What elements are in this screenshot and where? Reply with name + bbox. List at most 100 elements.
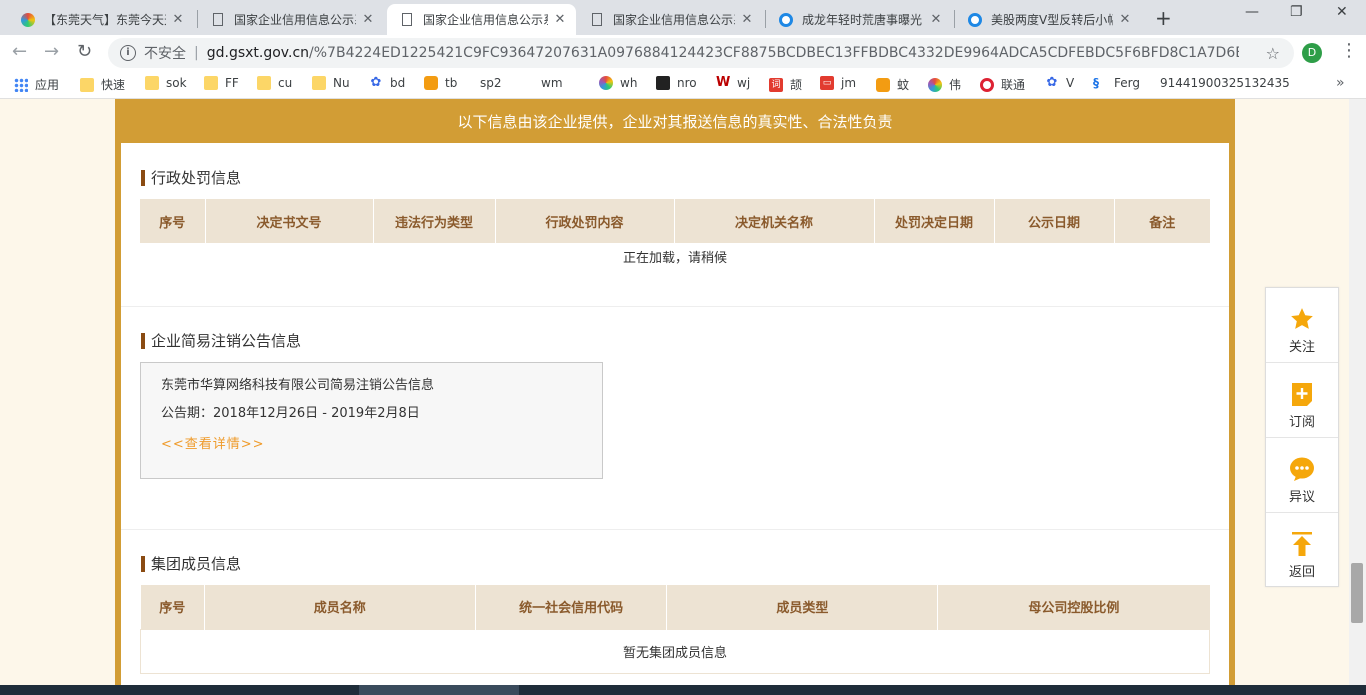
cancellation-notice-card: 东莞市华算网络科技有限公司简易注销公告信息 公告期：2018年12月26日 - … xyxy=(140,362,603,479)
bookmark-item[interactable]: 伟 xyxy=(928,76,961,93)
bookmark-label: 91441900325132435 xyxy=(1160,76,1290,90)
close-tab-icon[interactable]: ✕ xyxy=(739,12,755,27)
bookmarks-bar: 应用 快速 sok FF cu Nu ✿ bd tb sp2 wm wh nro … xyxy=(0,71,1366,189)
taskbar-active-item[interactable] xyxy=(359,685,519,695)
bookmark-label: jm xyxy=(841,76,857,90)
browser-tab[interactable]: 国家企业信用信息公示系 ✕ xyxy=(198,4,384,35)
back-to-top-button[interactable]: 返回 xyxy=(1266,513,1338,588)
back-arrow-icon[interactable]: ← xyxy=(12,41,27,62)
bookmark-item[interactable]: ✿ bd xyxy=(369,76,406,91)
loading-status: 正在加载，请稍候 xyxy=(622,251,727,266)
bookmark-item[interactable]: Wwj xyxy=(716,76,751,91)
star-icon xyxy=(1289,306,1315,332)
minimize-icon[interactable]: — xyxy=(1245,4,1259,20)
ferg-icon: § xyxy=(1093,76,1099,90)
section-title-penalty: 行政处罚信息 xyxy=(141,167,241,188)
url-host: gd.gsxt.gov.cn xyxy=(206,45,310,61)
follow-button[interactable]: 关注 xyxy=(1266,288,1338,363)
bookmark-star-icon[interactable]: ☆ xyxy=(1266,44,1280,63)
page-icon xyxy=(210,12,226,28)
bookmark-item[interactable]: 快速 xyxy=(80,76,125,93)
notice-period: 公告期：2018年12月26日 - 2019年2月8日 xyxy=(161,406,420,421)
browser-tab-active[interactable]: 国家企业信用信息公示系 ✕ xyxy=(387,4,576,35)
bookmark-apps[interactable]: 应用 xyxy=(14,76,59,93)
scrollbar-thumb[interactable] xyxy=(1351,563,1363,623)
bookmark-item[interactable]: 蚊 xyxy=(876,76,909,93)
objection-label: 异议 xyxy=(1288,490,1315,505)
tab-title: 国家企业信用信息公示系 xyxy=(423,13,548,27)
disclaimer-banner: 以下信息由该企业提供，企业对其报送信息的真实性、合法性负责 xyxy=(457,113,893,131)
apps-grid-icon xyxy=(14,77,28,92)
folder-icon xyxy=(204,76,218,90)
subscribe-button[interactable]: 订阅 xyxy=(1266,363,1338,438)
profile-avatar[interactable]: D xyxy=(1302,43,1322,63)
multicolor-icon xyxy=(928,77,942,92)
section-title-text: 集团成员信息 xyxy=(151,555,242,573)
bookmark-item[interactable]: ▭ jm xyxy=(820,76,856,90)
bookmark-item[interactable]: 词颉 xyxy=(769,76,802,93)
address-bar[interactable]: i 不安全 | gd.gsxt.gov.cn /%7B4224ED1225421… xyxy=(108,38,1294,68)
security-label: 不安全 xyxy=(144,46,186,62)
page-icon xyxy=(399,12,415,28)
bookmark-label: wj xyxy=(737,76,751,90)
weather-icon xyxy=(20,12,36,28)
bookmark-item[interactable]: tb xyxy=(424,76,457,90)
bookmark-item[interactable]: wm xyxy=(541,76,563,189)
maximize-icon[interactable]: ❐ xyxy=(1290,4,1303,20)
close-tab-icon[interactable]: ✕ xyxy=(360,12,376,27)
section-title-group: 集团成员信息 xyxy=(141,553,241,574)
follow-label: 关注 xyxy=(1288,340,1315,355)
tab-strip: 【东莞天气】东莞今天天 ✕ 国家企业信用信息公示系 ✕ 国家企业信用信息公示系 … xyxy=(0,0,1366,35)
back-to-top-icon xyxy=(1289,531,1315,557)
close-tab-icon[interactable]: ✕ xyxy=(928,12,944,27)
news-icon xyxy=(778,12,794,28)
section-marker xyxy=(141,332,145,349)
section-title-text: 行政处罚信息 xyxy=(151,169,242,187)
view-details-link[interactable]: <<查看详情>> xyxy=(161,433,582,452)
bookmark-item[interactable]: § Ferg xyxy=(1093,76,1140,90)
column-header: 母公司控股比例 xyxy=(937,585,1210,629)
column-header: 序号 xyxy=(140,585,205,629)
notice-company: 东莞市华算网络科技有限公司简易注销公告信息 xyxy=(161,378,435,393)
bookmark-item[interactable]: sok xyxy=(145,76,187,90)
back-to-top-label: 返回 xyxy=(1288,565,1315,580)
bookmark-label: wm xyxy=(541,76,563,90)
bookmark-item[interactable]: FF xyxy=(204,76,239,90)
objection-chat-icon xyxy=(1289,456,1315,482)
column-header: 成员名称 xyxy=(204,585,476,629)
browser-tab[interactable]: 成龙年轻时荒唐事曝光 ✕ xyxy=(766,4,952,35)
info-icon[interactable]: i xyxy=(120,45,136,61)
taobao-icon xyxy=(424,76,438,90)
tab-title: 国家企业信用信息公示系 xyxy=(234,13,356,27)
forward-arrow-icon[interactable]: → xyxy=(44,41,59,62)
reload-icon[interactable]: ↻ xyxy=(77,41,92,62)
bookmark-label: 伟 xyxy=(949,78,962,92)
bookmark-item[interactable]: 91441900325132435 xyxy=(1160,76,1294,90)
browser-menu-icon[interactable]: ⋮ xyxy=(1340,40,1358,61)
bookmark-item[interactable]: ✿ V xyxy=(1045,76,1075,91)
browser-tab[interactable]: 美股两度V型反转后小幅 ✕ xyxy=(955,4,1141,35)
tab-title: 成龙年轻时荒唐事曝光 xyxy=(802,13,923,27)
folder-icon xyxy=(80,77,94,92)
browser-tab[interactable]: 国家企业信用信息公示系 ✕ xyxy=(577,4,763,35)
bookmark-item[interactable]: sp2 xyxy=(480,76,502,189)
column-header: 处罚决定日期 xyxy=(874,199,995,243)
bookmark-label: FF xyxy=(225,76,239,90)
close-tab-icon[interactable]: ✕ xyxy=(170,12,186,27)
bookmark-item[interactable]: Nu xyxy=(312,76,350,90)
column-header: 成员类型 xyxy=(666,585,939,629)
section-marker xyxy=(141,555,145,572)
new-tab-button[interactable]: + xyxy=(1155,6,1172,30)
objection-button[interactable]: 异议 xyxy=(1266,438,1338,513)
browser-tab[interactable]: 【东莞天气】东莞今天天 ✕ xyxy=(8,4,194,35)
dark-site-icon xyxy=(656,76,670,90)
close-tab-icon[interactable]: ✕ xyxy=(552,12,568,27)
bookmark-item[interactable]: nro xyxy=(656,76,697,90)
close-tab-icon[interactable]: ✕ xyxy=(1117,12,1133,27)
column-header: 行政处罚内容 xyxy=(495,199,675,243)
bookmark-item[interactable]: wh xyxy=(599,76,637,90)
window-close-icon[interactable]: ✕ xyxy=(1336,4,1348,20)
more-bookmarks-icon[interactable]: » xyxy=(1336,75,1345,91)
bookmark-item[interactable]: cu xyxy=(257,76,292,90)
bookmark-item[interactable]: 联通 xyxy=(980,76,1025,93)
